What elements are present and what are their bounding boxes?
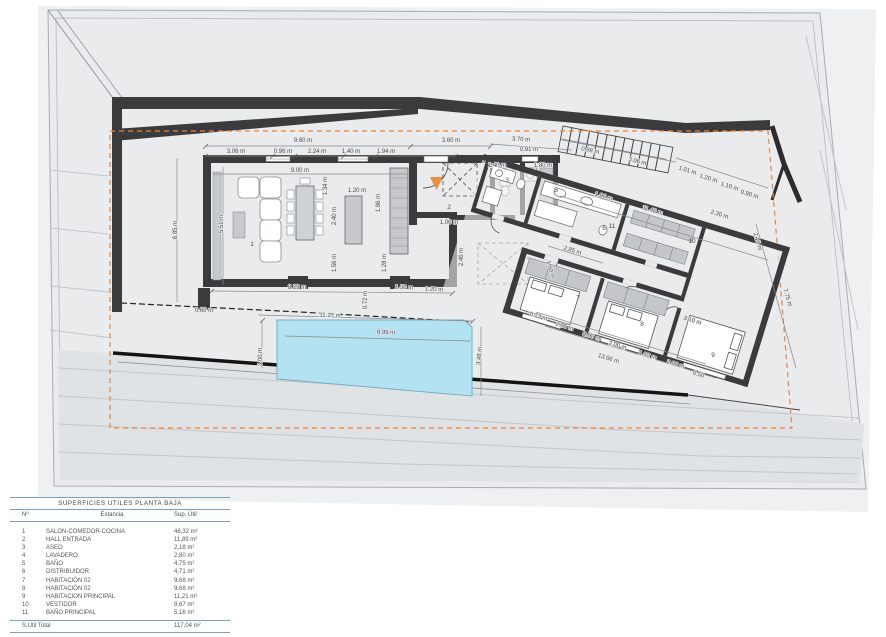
total-value: 117,04 m² <box>174 622 226 631</box>
row-room-name: ASEO <box>46 544 174 552</box>
dimension-label: 3.60 m <box>442 138 460 144</box>
dimension-label: 3.00 m <box>258 348 264 366</box>
dimension-label: 0.60 m <box>195 308 213 314</box>
room-number: 5 <box>554 187 558 194</box>
table-row: 3ASEO2,18 m² <box>10 544 226 552</box>
total-label: S.Util Total <box>22 622 174 631</box>
room-number: 10 <box>688 238 696 245</box>
row-room-name: BAÑO PRINCIPAL <box>46 609 174 617</box>
row-area: 5,16 m² <box>174 609 226 617</box>
row-room-name: LAVADERO <box>46 552 174 560</box>
row-number: 2 <box>22 536 46 544</box>
row-room-name: HABITACION PRINCIPAL <box>46 593 174 601</box>
dimension-label: 1.28 m <box>382 254 388 272</box>
row-area: 11,21 m² <box>174 593 226 601</box>
room-number: 11 <box>609 223 616 230</box>
row-number: 10 <box>22 601 46 609</box>
col-number: Nº <box>22 512 50 518</box>
dimension-label: 2.46 m <box>459 248 465 266</box>
row-number: 5 <box>22 560 46 568</box>
row-room-name: HALL ENTRADA <box>46 536 174 544</box>
row-number: 3 <box>22 544 46 552</box>
dimension-label: 9.60 m <box>294 138 312 144</box>
dimension-label: 0.91 m <box>520 147 538 153</box>
dimension-label: 2.40 m <box>332 207 338 225</box>
room-number: 9 <box>711 352 715 359</box>
tv-unit <box>233 212 245 238</box>
row-number: 8 <box>22 585 46 593</box>
row-room-name: BAÑO <box>46 560 174 568</box>
areas-table-total: S.Util Total 117,04 m² <box>10 621 230 633</box>
room-number: 6 <box>602 225 606 232</box>
room-number: 3 <box>505 177 509 184</box>
row-area: 11,89 m² <box>174 536 226 544</box>
areas-table-header: Nº Estancia Sup. Útil <box>10 510 230 522</box>
dimension-label: 1.20 m <box>425 287 444 294</box>
areas-table-rows: 1SALON-COMEDOR-COCINA46,32 m²2HALL ENTRA… <box>10 522 230 621</box>
areas-table: SUPERFICIES UTILES PLANTA BAJA Nº Estanc… <box>10 497 230 633</box>
room-number: 4 <box>537 174 541 181</box>
dimension-label: 8.99 m <box>377 330 396 337</box>
dimension-label: 1.56 m <box>332 254 338 272</box>
row-number: 11 <box>22 609 46 617</box>
dimension-label: 0.96 m <box>274 149 292 155</box>
row-number: 7 <box>22 577 46 585</box>
row-number: 1 <box>22 528 46 536</box>
row-number: 4 <box>22 552 46 560</box>
row-number: 9 <box>22 593 46 601</box>
row-room-name: SALON-COMEDOR-COCINA <box>46 528 174 536</box>
row-room-name: VESTIDOR <box>46 601 174 609</box>
row-room-name: HABITACIÓN 02 <box>46 577 174 585</box>
table-row: 9HABITACION PRINCIPAL11,21 m² <box>10 593 226 601</box>
row-room-name: DISTRIBUIDOR <box>46 568 174 576</box>
dimension-label: 3.70 m <box>512 137 531 144</box>
dimension-label: 5.51 m <box>219 215 225 233</box>
kitchen-island <box>345 196 362 244</box>
room-number: 8 <box>640 321 644 328</box>
dimension-label: 6.85 m <box>173 221 179 239</box>
dimension-label: 2.24 m <box>308 149 326 155</box>
table-row: 6DISTRIBUIDOR4,71 m² <box>10 568 226 576</box>
dimension-label: 1.80 m <box>534 163 552 169</box>
table-row: 11BAÑO PRINCIPAL5,16 m² <box>10 609 226 617</box>
dimension-label: 0.72 m <box>363 291 369 309</box>
dimension-label: 1.34 m <box>323 177 329 195</box>
row-area: 4,71 m² <box>174 568 226 576</box>
room-number: 7 <box>576 295 580 302</box>
dimension-label: 1.20 m <box>348 188 366 194</box>
table-row: 7HABITACIÓN 029,68 m² <box>10 577 226 585</box>
row-area: 2,80 m² <box>174 552 226 560</box>
col-area: Sup. Útil <box>174 512 226 518</box>
table-row: 1SALON-COMEDOR-COCINA46,32 m² <box>10 528 226 536</box>
col-room: Estancia <box>50 512 174 518</box>
row-number: 6 <box>22 568 46 576</box>
table-row: 8HABITACIÓN 029,68 m² <box>10 585 226 593</box>
room-number: 1 <box>250 241 254 248</box>
dimension-label: 9.00 m <box>291 168 309 174</box>
table-row: 5BAÑO4,75 m² <box>10 560 226 568</box>
dimension-label: 1.50 m <box>395 285 414 292</box>
dimension-label: 3.06 m <box>227 149 245 155</box>
row-area: 46,32 m² <box>174 528 226 536</box>
table-row: 2HALL ENTRADA11,89 m² <box>10 536 226 544</box>
row-area: 9,68 m² <box>174 577 226 585</box>
table-row: 4LAVADERO2,80 m² <box>10 552 226 560</box>
dimension-label: 11.17 m <box>319 313 340 320</box>
floor-plan-canvas: 9.60 m 3.06 m 0.96 m 2.24 m 1.40 m 1.94 m 3.60… <box>0 0 886 637</box>
dimension-label: 1.40 m <box>342 149 360 155</box>
dimension-label: 1.86 m <box>376 194 382 212</box>
areas-table-title: SUPERFICIES UTILES PLANTA BAJA <box>10 497 230 510</box>
row-room-name: HABITACIÓN 02 <box>46 585 174 593</box>
row-area: 2,18 m² <box>174 544 226 552</box>
dimension-label: 8.29 m <box>288 285 306 291</box>
dimension-label: 1.94 m <box>377 149 395 155</box>
dimension-label: 1.00 m <box>440 220 458 226</box>
dimension-label: 1.40 m <box>488 163 506 169</box>
table-row: 10VESTIDOR8,67 m² <box>10 601 226 609</box>
row-area: 4,75 m² <box>174 560 226 568</box>
row-area: 8,67 m² <box>174 601 226 609</box>
row-area: 9,68 m² <box>174 585 226 593</box>
room-number: 2 <box>447 204 451 211</box>
